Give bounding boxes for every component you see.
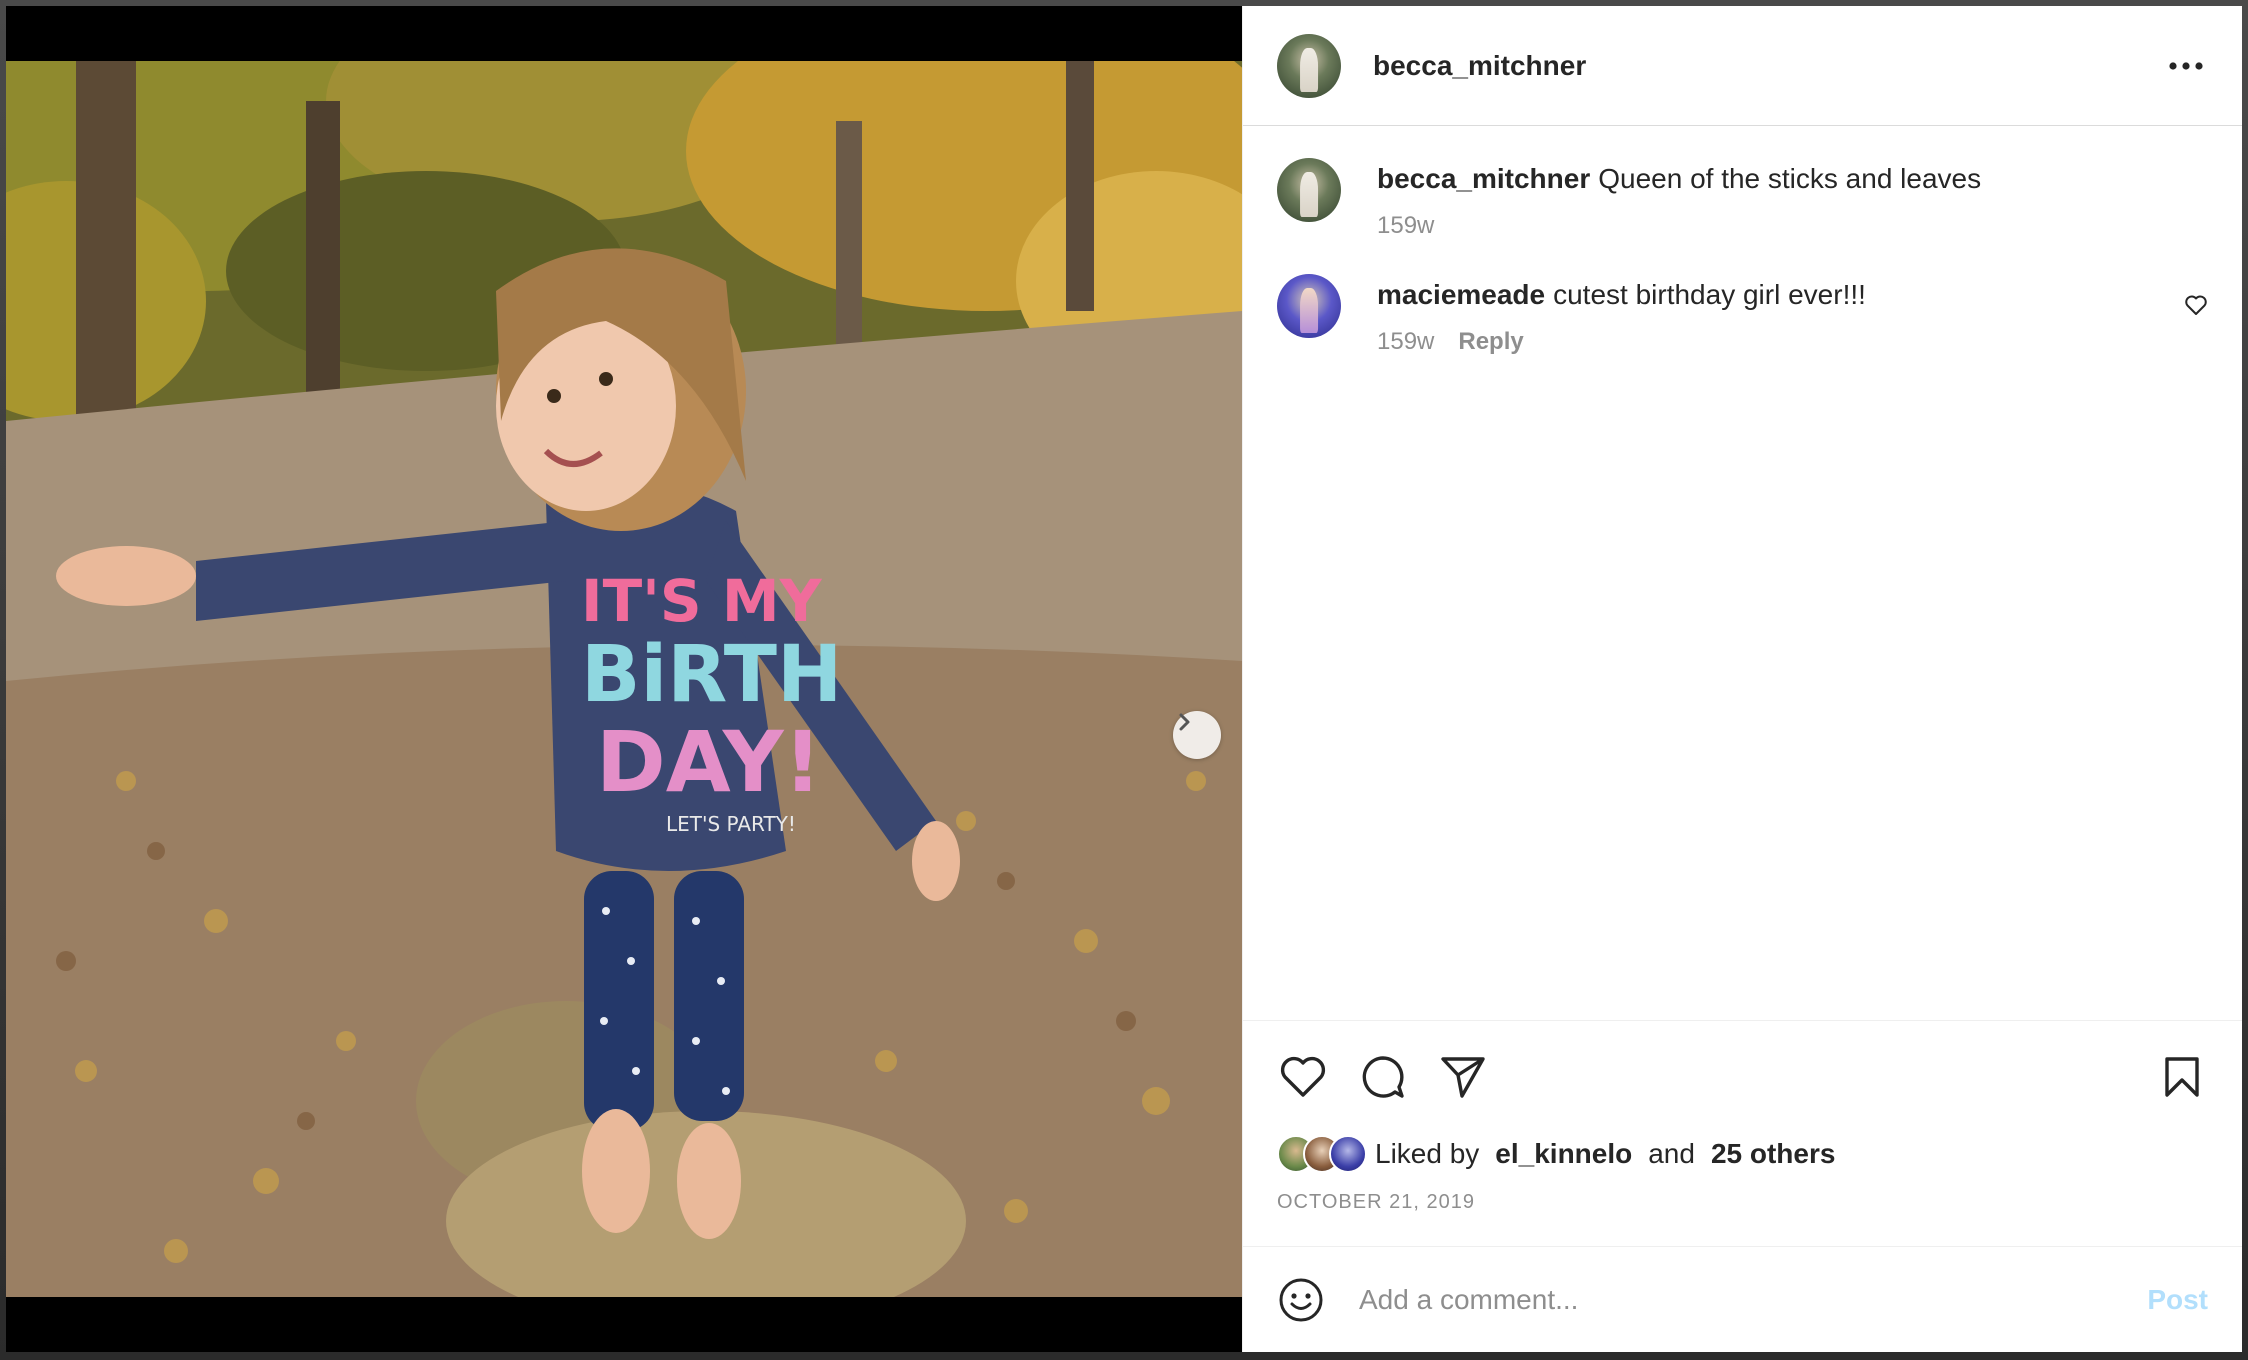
commenter-avatar[interactable] [1277,274,1341,338]
emoji-smile-icon [1279,1278,1323,1321]
comment-timestamp[interactable]: 159w [1377,328,1434,356]
post-modal: IT'S MY BiRTH DAY! LET'S PARTY! becca_mi… [6,6,2242,1352]
comment-input[interactable] [1357,1282,2148,1317]
post-comment-button[interactable]: Post [2147,1284,2208,1316]
likes-summary: Liked by el_kinnelo and 25 others [1277,1129,2208,1179]
more-horizontal-icon [2169,61,2203,70]
comment-like-button[interactable] [2184,294,2208,321]
caption-timestamp[interactable]: 159w [1377,212,1434,240]
emoji-button[interactable] [1277,1276,1325,1324]
comment-text: cutest birthday girl ever!!! [1553,279,1866,310]
post-side-panel: becca_mitchner becca_mitchner Queen of th… [1242,6,2242,1352]
heart-icon [1280,1056,1326,1097]
likes-joiner: and [1648,1138,1695,1169]
svg-text:IT'S MY: IT'S MY [581,567,823,635]
commenter-username[interactable]: maciemeade [1377,279,1545,310]
bookmark-icon [2165,1057,2199,1097]
liker-avatars [1277,1135,1367,1173]
comment-item: maciemeade cutest birthday girl ever!!! 1… [1277,274,2208,356]
heart-icon [2185,295,2207,315]
svg-text:LET'S PARTY!: LET'S PARTY! [666,812,796,836]
more-options-button[interactable] [2164,46,2208,86]
chevron-right-icon [1179,713,1190,731]
liker-username[interactable]: el_kinnelo [1495,1138,1632,1170]
caption-text: Queen of the sticks and leaves [1598,163,1982,194]
comments-list: becca_mitchner Queen of the sticks and le… [1243,126,2242,1020]
post-actions-area: Liked by el_kinnelo and 25 others OCTOBE… [1243,1020,2242,1246]
svg-text:DAY!: DAY! [596,713,822,811]
liker-avatar [1329,1135,1367,1173]
likes-others-link[interactable]: 25 others [1711,1138,1836,1170]
caption-username[interactable]: becca_mitchner [1377,163,1590,194]
author-username[interactable]: becca_mitchner [1373,50,2164,82]
likes-prefix: Liked by [1375,1138,1480,1169]
reply-button[interactable]: Reply [1458,328,1523,356]
paper-plane-icon [1441,1057,1485,1098]
post-header: becca_mitchner [1243,6,2242,126]
post-photo[interactable]: IT'S MY BiRTH DAY! LET'S PARTY! [6,61,1242,1297]
caption: becca_mitchner Queen of the sticks and le… [1277,158,2208,240]
comment-button[interactable] [1357,1051,1409,1103]
caption-avatar[interactable] [1277,158,1341,222]
post-media: IT'S MY BiRTH DAY! LET'S PARTY! [6,6,1242,1352]
photo-illustration: IT'S MY BiRTH DAY! LET'S PARTY! [6,61,1242,1297]
like-button[interactable] [1277,1051,1329,1103]
next-media-button[interactable] [1173,711,1221,759]
share-button[interactable] [1437,1051,1489,1103]
svg-text:BiRTH: BiRTH [581,630,842,720]
author-avatar[interactable] [1277,33,1341,98]
comment-bubble-icon [1362,1056,1404,1098]
post-date[interactable]: OCTOBER 21, 2019 [1277,1191,2208,1214]
action-bar [1277,1021,2208,1129]
save-button[interactable] [2156,1051,2208,1103]
comment-composer: Post [1243,1246,2242,1352]
